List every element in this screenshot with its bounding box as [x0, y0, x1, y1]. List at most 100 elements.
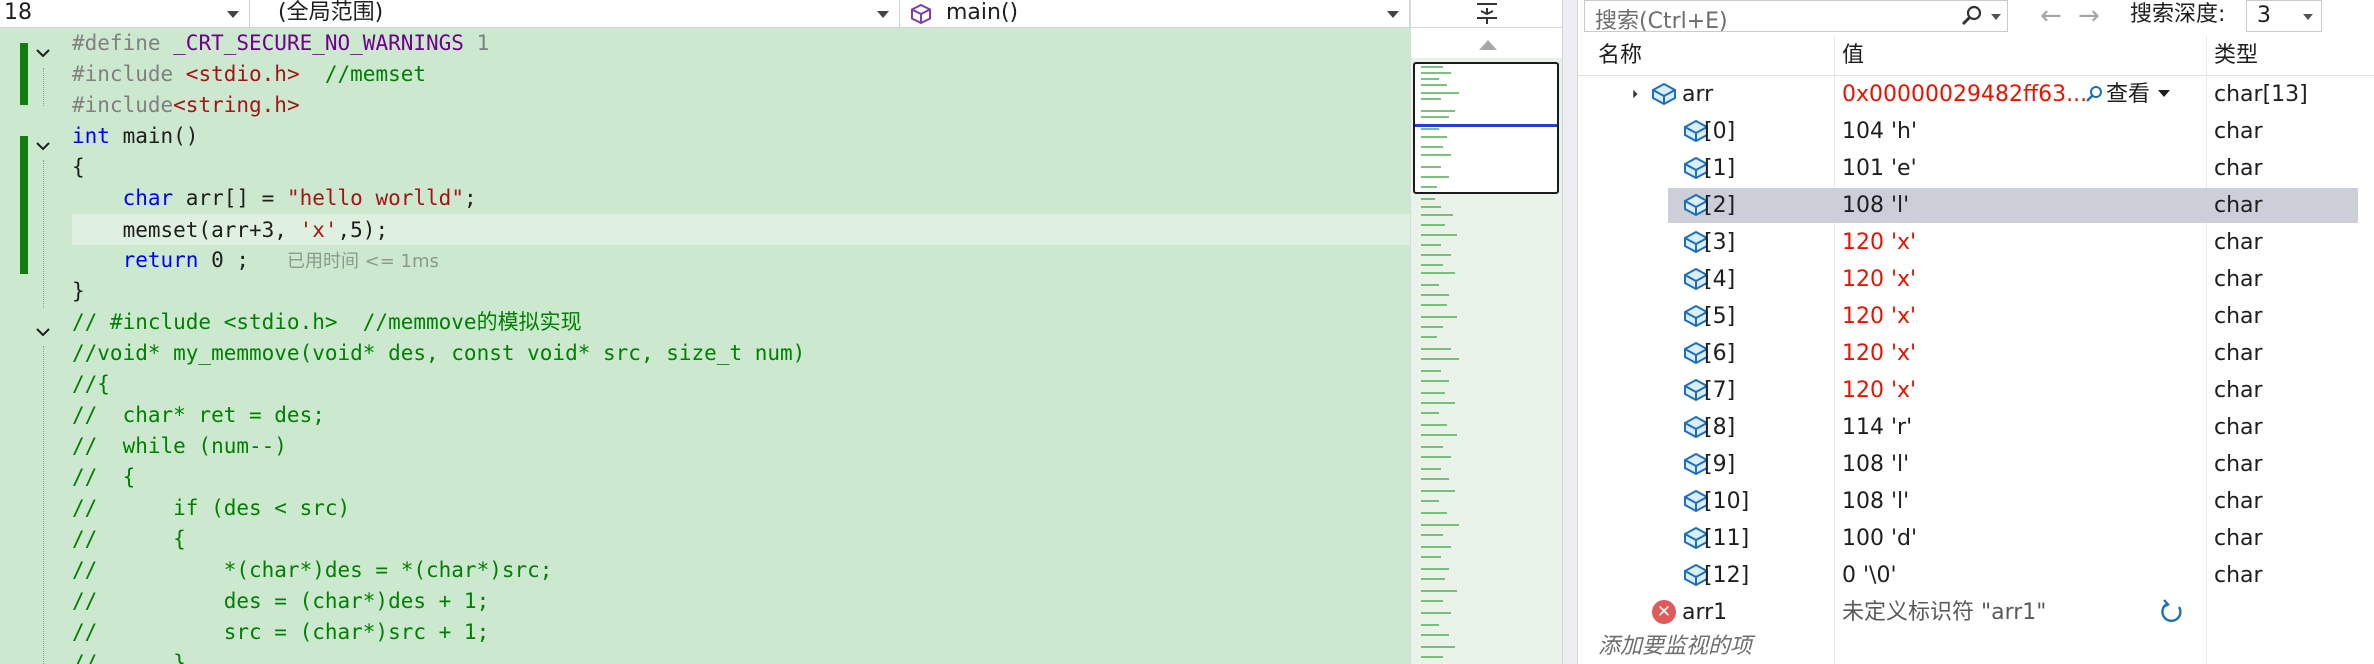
watch-value[interactable]: 108 'l': [1842, 187, 1909, 224]
watch-row-element[interactable]: [0] 104 'h' char: [1596, 113, 2374, 150]
editor-navigation-bar: 18 (全局范围) main(): [0, 0, 1410, 28]
watch-value[interactable]: 120 'x': [1842, 261, 1916, 298]
search-depth-dropdown[interactable]: 3: [2246, 0, 2322, 32]
code-line[interactable]: {: [72, 152, 1410, 183]
watch-row-element[interactable]: [9] 108 'l' char: [1596, 446, 2374, 483]
minimap-code-line: [1421, 166, 1441, 168]
view-visualizer-button[interactable]: 查看: [2086, 76, 2171, 113]
watch-row-element[interactable]: [2] 108 'l' char: [1596, 187, 2374, 224]
code-editor[interactable]: #define _CRT_SECURE_NO_WARNINGS 1 #includ…: [0, 28, 1410, 664]
watch-value[interactable]: 104 'h': [1842, 113, 1917, 150]
column-header-value[interactable]: 值: [1842, 36, 1864, 76]
code-token: //memset: [299, 62, 427, 86]
code-token: #include: [72, 62, 186, 86]
minimap-code-line: [1421, 234, 1457, 236]
search-icon[interactable]: [1961, 5, 1983, 31]
code-token: <stdio.h>: [185, 62, 300, 86]
watch-row-element[interactable]: [7] 120 'x' char: [1596, 372, 2374, 409]
code-line[interactable]: #include <stdio.h> //memset: [72, 59, 1410, 90]
watch-row-element[interactable]: [4] 120 'x' char: [1596, 261, 2374, 298]
code-line[interactable]: // {: [72, 462, 1410, 493]
code-line[interactable]: // des = (char*)des + 1;: [72, 586, 1410, 617]
code-line[interactable]: //void* my_memmove(void* des, const void…: [72, 338, 1410, 369]
code-token: char: [122, 186, 174, 210]
watch-row-element[interactable]: [1] 101 'e' char: [1596, 150, 2374, 187]
watch-value[interactable]: 0 '\0': [1842, 557, 1897, 594]
column-header-name[interactable]: 名称: [1598, 36, 1642, 76]
watch-value[interactable]: 0x00000029482ff63...: [1842, 76, 2087, 113]
code-line-current[interactable]: memset(arr+3, 'x',5);: [72, 214, 1410, 245]
editor-gutter: [0, 28, 66, 664]
fold-toggle-icon[interactable]: [34, 44, 52, 62]
code-line[interactable]: //{: [72, 369, 1410, 400]
watch-row-element[interactable]: [8] 114 'r' char: [1596, 409, 2374, 446]
code-line[interactable]: // }: [72, 648, 1410, 664]
code-line[interactable]: // *(char*)des = *(char*)src;: [72, 555, 1410, 586]
watch-value[interactable]: 120 'x': [1842, 335, 1916, 372]
code-line[interactable]: #include<string.h>: [72, 90, 1410, 121]
refresh-icon[interactable]: [2158, 598, 2186, 638]
minimap-code-line: [1421, 546, 1451, 548]
code-line[interactable]: // while (num--): [72, 431, 1410, 462]
code-minimap[interactable]: [1411, 58, 1563, 664]
watch-value[interactable]: 114 'r': [1842, 409, 1912, 446]
watch-type: char: [2214, 341, 2263, 366]
watch-row-error[interactable]: ✕ arr1 未定义标识符 "arr1": [1596, 594, 2374, 631]
fold-toggle-icon[interactable]: [34, 323, 52, 341]
minimap-code-line: [1421, 244, 1441, 246]
code-lines[interactable]: #define _CRT_SECURE_NO_WARNINGS 1 #includ…: [72, 28, 1410, 664]
code-line[interactable]: // #include <stdio.h> //memmove的模拟实现: [72, 307, 1410, 338]
code-line[interactable]: // if (des < src): [72, 493, 1410, 524]
scroll-up-arrow-icon[interactable]: [1479, 40, 1497, 50]
watch-row-element[interactable]: [6] 120 'x' char: [1596, 335, 2374, 372]
watch-row-element[interactable]: [5] 120 'x' char: [1596, 298, 2374, 335]
panel-splitter[interactable]: [1562, 0, 1578, 664]
fold-toggle-icon[interactable]: [34, 137, 52, 155]
code-line[interactable]: int main(): [72, 121, 1410, 152]
minimap-code-line: [1421, 456, 1451, 458]
watch-search-input[interactable]: 搜索(Ctrl+E): [1584, 0, 2008, 34]
minimap-code-line: [1421, 412, 1439, 414]
editor-scrollbar[interactable]: [1410, 0, 1563, 664]
code-token: // *(char*)des = *(char*)src;: [72, 558, 553, 582]
watch-row-element[interactable]: [11] 100 'd' char: [1596, 520, 2374, 557]
minimap-code-line: [1421, 176, 1449, 178]
watch-type: char: [2214, 563, 2263, 588]
code-line[interactable]: }: [72, 276, 1410, 307]
minimap-code-line: [1421, 590, 1457, 592]
code-line[interactable]: // {: [72, 524, 1410, 555]
watch-value[interactable]: 120 'x': [1842, 298, 1916, 335]
code-line[interactable]: return 0 ; 已用时间 <= 1ms: [72, 245, 1410, 276]
watch-row-element[interactable]: [10] 108 'l' char: [1596, 483, 2374, 520]
column-header-type[interactable]: 类型: [2214, 36, 2258, 76]
search-forward-arrow-icon[interactable]: →: [2078, 3, 2100, 29]
watch-value[interactable]: 108 'l': [1842, 483, 1909, 520]
add-watch-placeholder[interactable]: 添加要监视的项: [1598, 628, 1752, 660]
code-line[interactable]: // char* ret = des;: [72, 400, 1410, 431]
expand-collapse-icon[interactable]: [1625, 89, 1638, 102]
code-line[interactable]: // src = (char*)src + 1;: [72, 617, 1410, 648]
scope-dropdown[interactable]: (全局范围): [260, 0, 900, 28]
watch-type: char: [2214, 378, 2263, 403]
split-window-icon[interactable]: [1411, 0, 1563, 28]
watch-name[interactable]: arr1: [1682, 594, 1727, 631]
watch-value[interactable]: 101 'e': [1842, 150, 1917, 187]
watch-value[interactable]: 100 'd': [1842, 520, 1917, 557]
code-line[interactable]: char arr[] = "hello worlld";: [72, 183, 1410, 214]
search-back-arrow-icon[interactable]: ←: [2040, 3, 2062, 29]
watch-row-arr[interactable]: arr 0x00000029482ff63... 查看 char[13]: [1596, 76, 2374, 113]
code-token: 0 ;: [198, 248, 287, 272]
watch-value[interactable]: 108 'l': [1842, 446, 1909, 483]
code-token: int: [72, 124, 110, 148]
watch-value[interactable]: 120 'x': [1842, 224, 1916, 261]
code-line[interactable]: #define _CRT_SECURE_NO_WARNINGS 1: [72, 28, 1410, 59]
chevron-down-icon[interactable]: [1991, 14, 2001, 20]
line-number-dropdown[interactable]: 18: [0, 0, 250, 28]
function-dropdown[interactable]: main(): [900, 0, 1410, 28]
watch-name: [11]: [1704, 526, 1750, 551]
watch-row-element[interactable]: [12] 0 '\0' char: [1596, 557, 2374, 594]
change-marker: [20, 136, 28, 274]
watch-value[interactable]: 120 'x': [1842, 372, 1916, 409]
watch-row-element[interactable]: [3] 120 'x' char: [1596, 224, 2374, 261]
watch-type: char: [2214, 230, 2263, 255]
